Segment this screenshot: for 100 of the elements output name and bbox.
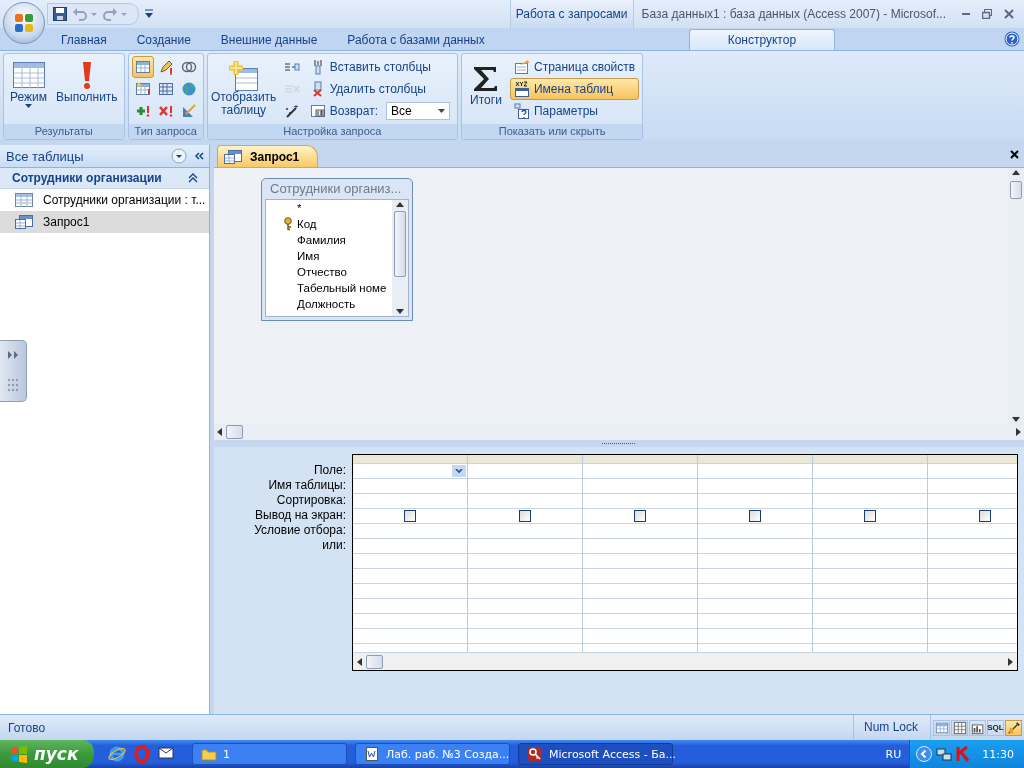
caret-icon: [145, 9, 153, 19]
field-item[interactable]: Должность: [283, 296, 356, 312]
grid-cell[interactable]: [583, 509, 697, 524]
navigation-item[interactable]: Сотрудники организации : т...: [0, 189, 209, 211]
grid-icon: [157, 81, 174, 97]
document-icon: [364, 746, 380, 762]
ribbon-button[interactable]: Выполнить: [53, 56, 121, 118]
start-button[interactable]: пуск: [0, 740, 94, 768]
view-button[interactable]: [969, 719, 986, 736]
show-checkbox[interactable]: [404, 510, 416, 522]
row-label: Поле:: [312, 463, 346, 478]
column-selector[interactable]: [928, 455, 1017, 464]
help-icon: [1004, 31, 1020, 47]
pane-handle[interactable]: [0, 340, 27, 402]
globe-icon: [180, 81, 197, 97]
return-combo-box[interactable]: Все: [385, 102, 450, 120]
field-item[interactable]: Код: [283, 216, 317, 232]
scroll-right-arrow-icon: [1008, 657, 1013, 666]
show-checkbox[interactable]: [979, 510, 991, 522]
view-button[interactable]: [1005, 719, 1022, 736]
taskbar-button[interactable]: Microsoft Access - Ба...: [518, 743, 673, 765]
table-icon: [15, 193, 33, 207]
group-header[interactable]: Сотрудники организации: [0, 168, 209, 189]
ribbon-tab[interactable]: Внешние данные: [205, 30, 333, 50]
close-button[interactable]: [1010, 150, 1019, 159]
browser-launch-button[interactable]: [108, 745, 126, 763]
row-label: Имя таблицы:: [267, 478, 346, 493]
view-button[interactable]: [951, 719, 968, 736]
save-icon: [52, 6, 68, 22]
field-item[interactable]: Фамилия: [283, 232, 346, 248]
grid-cell[interactable]: [353, 509, 467, 524]
table-icon: [134, 59, 151, 75]
row-label: Сортировка:: [275, 493, 346, 508]
folder-icon: [201, 746, 217, 762]
language-indicator[interactable]: RU: [885, 747, 910, 761]
grid-cell[interactable]: [468, 509, 582, 524]
show-hidden-icons-button[interactable]: [916, 746, 933, 762]
scroll-thumb[interactable]: [1010, 181, 1022, 199]
ribbon-tab[interactable]: Создание: [121, 30, 206, 50]
ribbon-tab[interactable]: Конструктор: [688, 29, 836, 50]
o-ring-icon: [134, 745, 150, 763]
ribbon-button[interactable]: Имена таблиц: [509, 78, 640, 100]
grid-cell[interactable]: [813, 509, 927, 524]
scroll-down-arrow-icon: [396, 309, 404, 314]
document-tab[interactable]: Запрос1: [217, 145, 319, 167]
ribbon-button[interactable]: Отобразить таблицу: [210, 56, 277, 120]
view-dropdown-button[interactable]: Режим: [7, 56, 50, 118]
scroll-left-arrow-icon: [357, 657, 362, 666]
grid-cell[interactable]: [928, 509, 1017, 524]
key-logo-icon: [527, 746, 543, 762]
browser-launch-button[interactable]: [134, 745, 150, 763]
save-button[interactable]: [52, 6, 68, 22]
ribbon-button[interactable]: Удалить столбцы: [305, 78, 454, 100]
expand-pane-icon: [7, 350, 19, 359]
column-selector[interactable]: [583, 455, 697, 464]
query-type-button[interactable]: [131, 56, 154, 78]
sql-view-button[interactable]: SQL: [987, 719, 1004, 736]
group-label: Результаты: [4, 124, 124, 139]
scroll-thumb[interactable]: [366, 654, 383, 669]
windows-flag-icon: [10, 745, 28, 763]
navigation-item[interactable]: Запрос1: [0, 211, 209, 233]
column-selector[interactable]: [698, 455, 812, 464]
navigation-pane-header[interactable]: Все таблицы: [0, 145, 209, 168]
column-selector[interactable]: [813, 455, 927, 464]
taskbar-button[interactable]: Лаб. раб. №3 Созда...: [355, 743, 510, 765]
ribbon-button[interactable]: Страница свойств: [509, 56, 640, 78]
caret-icon: [25, 104, 32, 108]
show-checkbox[interactable]: [519, 510, 531, 522]
scroll-left-arrow-icon: [217, 428, 222, 436]
design-view-icon: [1006, 720, 1021, 735]
scroll-thumb[interactable]: [394, 211, 406, 277]
dropdown-circle-icon: [171, 148, 187, 164]
ribbon-tab[interactable]: Главная: [46, 30, 122, 50]
show-checkbox[interactable]: [749, 510, 761, 522]
ribbon-button[interactable]: Итоги: [464, 56, 507, 118]
field-dropdown[interactable]: [452, 465, 466, 477]
field-item[interactable]: Имя: [283, 248, 320, 264]
field-item[interactable]: Отчество: [283, 264, 347, 280]
query-icon: [15, 215, 33, 229]
scroll-up-arrow-icon: [1012, 170, 1020, 175]
taskbar-button[interactable]: 1: [192, 743, 347, 765]
row-label: Условие отбора:: [253, 523, 346, 538]
field-item[interactable]: *: [283, 200, 302, 216]
show-checkbox[interactable]: [634, 510, 646, 522]
grid-cell[interactable]: [698, 509, 812, 524]
dropdown-arrow-icon: [437, 109, 445, 113]
ribbon-button[interactable]: Параметры: [509, 100, 640, 122]
scroll-up-arrow-icon: [396, 202, 404, 207]
redo-button[interactable]: [102, 6, 128, 22]
minimize-icon: [962, 13, 970, 15]
customize-button[interactable]: [145, 9, 153, 19]
field-item[interactable]: Табельный номе: [283, 280, 387, 296]
ribbon-button[interactable]: Вставить столбцы: [305, 56, 454, 78]
office-button[interactable]: [3, 2, 45, 44]
help-button[interactable]: [1004, 31, 1020, 47]
ribbon-tab[interactable]: Работа с базами данных: [332, 30, 500, 50]
show-checkbox[interactable]: [864, 510, 876, 522]
grid-cell[interactable]: [353, 464, 467, 479]
return-label: Возврат:: [329, 104, 378, 118]
scroll-thumb[interactable]: [226, 425, 243, 439]
